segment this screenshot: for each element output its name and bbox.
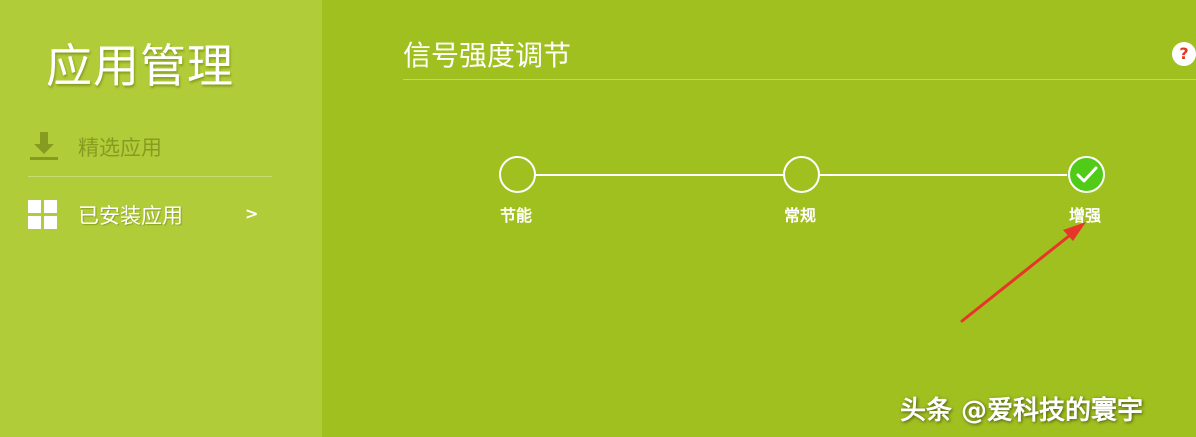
annotation-arrow	[960, 222, 1086, 323]
watermark: 头条 @爱科技的寰宇	[900, 396, 1144, 426]
